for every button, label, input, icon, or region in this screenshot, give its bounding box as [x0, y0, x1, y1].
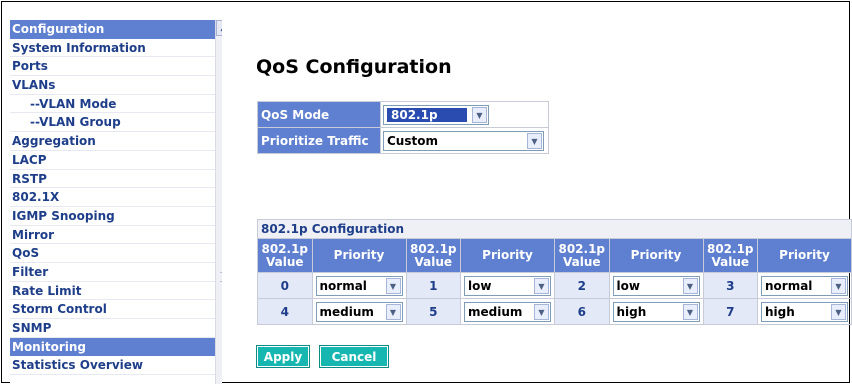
prioritize-traffic-value: Custom: [387, 134, 438, 148]
table-row: 4 medium ▼ 5 medium ▼ 6 high ▼ 7 high ▼: [257, 298, 852, 325]
chevron-down-icon[interactable]: ▼: [534, 304, 549, 320]
sidebar-item-vlans[interactable]: VLANs: [10, 76, 222, 95]
column-header-priority: Priority: [757, 238, 852, 273]
priority-value-cell: 3: [702, 272, 758, 299]
sidebar-item-system-information[interactable]: System Information: [10, 39, 222, 58]
sidebar-header-configuration: Configuration: [10, 20, 222, 39]
sidebar-item-rstp[interactable]: RSTP: [10, 170, 222, 189]
sidebar-item-8021x[interactable]: 802.1X: [10, 188, 222, 207]
apply-button[interactable]: Apply: [256, 345, 310, 368]
sidebar-item-qos[interactable]: QoS: [10, 244, 222, 263]
chevron-down-icon[interactable]: ▼: [385, 278, 401, 294]
priority-value-cell: 7: [702, 298, 758, 325]
scroll-up-arrow-icon[interactable]: ▲: [216, 20, 222, 36]
priority-select[interactable]: low ▼: [612, 276, 700, 296]
sidebar-header-monitoring: Monitoring: [10, 337, 222, 357]
chevron-down-icon[interactable]: ▼: [831, 278, 846, 294]
chevron-down-icon[interactable]: ▼: [534, 278, 549, 294]
column-header-priority: Priority: [311, 238, 407, 273]
priority-value-cell: 2: [554, 272, 610, 299]
table-title: 802.1p Configuration: [257, 219, 852, 239]
priority-select[interactable]: low ▼: [464, 276, 551, 296]
sidebar-item-lacp[interactable]: LACP: [10, 151, 222, 170]
qos-mode-select[interactable]: 802.1p ▼: [383, 105, 489, 125]
priority-select[interactable]: normal ▼: [761, 276, 848, 296]
column-header-priority: Priority: [608, 238, 704, 273]
sidebar-list: Configuration System Information Ports V…: [10, 20, 222, 376]
prioritize-traffic-select[interactable]: Custom ▼: [383, 131, 544, 151]
table-row: 0 normal ▼ 1 low ▼ 2 low ▼ 3 normal ▼: [257, 272, 852, 299]
priority-value-cell: 0: [257, 272, 313, 299]
sidebar-item-vlan-mode[interactable]: --VLAN Mode: [10, 95, 222, 114]
scroll-grip-icon[interactable]: [220, 272, 222, 282]
column-header-value: 802.1p Value: [257, 238, 313, 273]
priority-value-cell: 6: [554, 298, 610, 325]
sidebar-item-ports[interactable]: Ports: [10, 57, 222, 77]
priority-select[interactable]: high ▼: [761, 302, 848, 322]
column-header-value: 802.1p Value: [554, 238, 610, 273]
sidebar-item-storm-control[interactable]: Storm Control: [10, 300, 222, 319]
prioritize-traffic-label: Prioritize Traffic: [257, 127, 381, 154]
qos-mode-label: QoS Mode: [257, 101, 381, 128]
sidebar-item-aggregation[interactable]: Aggregation: [10, 132, 222, 151]
8021p-config-table: 802.1p Configuration 802.1p Value Priorit…: [257, 219, 852, 325]
chevron-down-icon[interactable]: ▼: [682, 304, 698, 320]
sidebar-scrollbar[interactable]: ▲: [215, 20, 222, 384]
sidebar-menu: Configuration System Information Ports V…: [10, 20, 222, 384]
sidebar-item-filter[interactable]: Filter: [10, 263, 222, 282]
sidebar-item-statistics-overview[interactable]: Statistics Overview: [10, 356, 222, 376]
priority-select[interactable]: normal ▼: [315, 276, 403, 296]
column-header-value: 802.1p Value: [405, 238, 461, 273]
chevron-down-icon[interactable]: ▼: [385, 304, 401, 320]
qos-mode-table: QoS Mode 802.1p ▼ Prioritize Traffic Cus…: [257, 101, 549, 154]
priority-value-cell: 4: [257, 298, 313, 325]
chevron-down-icon[interactable]: ▼: [682, 278, 698, 294]
priority-value-cell: 5: [405, 298, 461, 325]
priority-value-cell: 1: [405, 272, 461, 299]
sidebar-item-snmp[interactable]: SNMP: [10, 319, 222, 338]
sidebar-item-rate-limit[interactable]: Rate Limit: [10, 282, 222, 301]
cancel-button[interactable]: Cancel: [319, 345, 389, 368]
chevron-down-icon[interactable]: ▼: [472, 107, 487, 123]
column-header-priority: Priority: [460, 238, 555, 273]
priority-select[interactable]: medium ▼: [315, 302, 403, 322]
qos-mode-value: 802.1p: [387, 108, 467, 122]
page-title: QoS Configuration: [256, 56, 452, 78]
sidebar-item-vlan-group[interactable]: --VLAN Group: [10, 113, 222, 133]
priority-select[interactable]: medium ▼: [464, 302, 551, 322]
column-header-value: 802.1p Value: [702, 238, 758, 273]
chevron-down-icon[interactable]: ▼: [831, 304, 846, 320]
sidebar-item-igmp-snooping[interactable]: IGMP Snooping: [10, 207, 222, 226]
priority-select[interactable]: high ▼: [612, 302, 700, 322]
chevron-down-icon[interactable]: ▼: [527, 133, 542, 149]
sidebar-item-mirror[interactable]: Mirror: [10, 226, 222, 245]
